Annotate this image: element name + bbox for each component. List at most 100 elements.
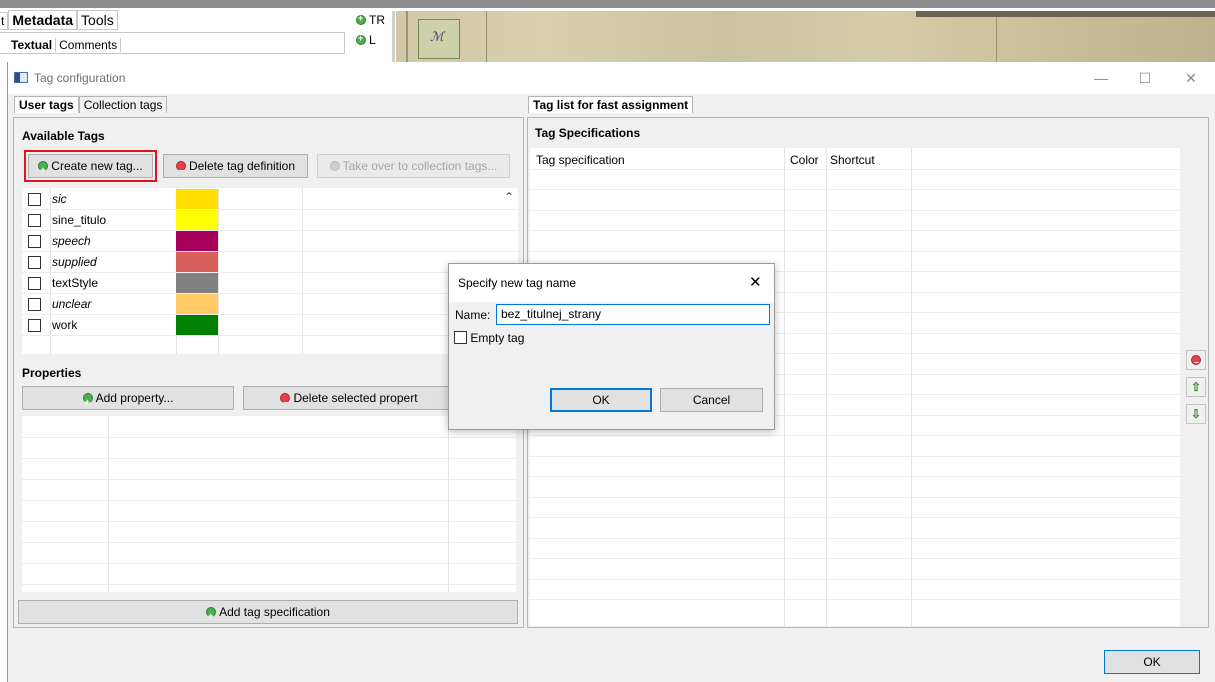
- tag-row-unclear[interactable]: unclear: [22, 294, 500, 315]
- tab-metadata[interactable]: Metadata: [8, 10, 78, 30]
- properties-table[interactable]: [22, 416, 516, 592]
- row-divider: [530, 435, 1180, 436]
- remove-icon: [280, 391, 291, 409]
- row-divider: [22, 251, 518, 252]
- tab-collection-tags[interactable]: Collection tags: [78, 96, 168, 113]
- tag-checkbox[interactable]: [28, 319, 41, 332]
- tab-comments[interactable]: Comments: [56, 38, 122, 52]
- tag-row-textStyle[interactable]: textStyle: [22, 273, 500, 294]
- move-up-button[interactable]: ⇧: [1186, 377, 1206, 397]
- top-divider: [0, 0, 1215, 8]
- chevron-up-icon[interactable]: ⌃: [504, 190, 514, 204]
- row-divider: [530, 189, 1180, 190]
- row-divider: [22, 521, 516, 522]
- tag-color-swatch[interactable]: [176, 189, 218, 209]
- add-property-button[interactable]: Add property...: [22, 386, 234, 413]
- take-over-button[interactable]: Take over to collection tags...: [317, 154, 510, 178]
- remove-spec-button[interactable]: [1186, 350, 1206, 371]
- splitter[interactable]: [392, 11, 395, 62]
- tag-name: speech: [52, 234, 91, 248]
- tag-checkbox[interactable]: [28, 298, 41, 311]
- l-label: L: [369, 33, 376, 47]
- tr-button[interactable]: TR: [356, 13, 385, 27]
- column-color[interactable]: Color: [790, 153, 819, 167]
- tab-fast-assignment[interactable]: Tag list for fast assignment: [528, 96, 694, 113]
- tag-checkbox[interactable]: [28, 277, 41, 290]
- left-tabs: User tags Collection tags: [14, 96, 168, 113]
- create-new-tag-button[interactable]: Create new tag...: [28, 154, 153, 181]
- add-icon: [38, 159, 49, 181]
- tag-color-swatch[interactable]: [176, 273, 218, 293]
- background-app-toolbar: tMetadataTools TextualComments TR L ℳ: [0, 0, 1215, 62]
- tag-color-swatch[interactable]: [176, 294, 218, 314]
- take-over-label: Take over to collection tags...: [342, 159, 498, 173]
- tag-row-speech[interactable]: speech: [22, 231, 500, 252]
- tag-name: supplied: [52, 255, 97, 269]
- tag-row-work[interactable]: work: [22, 315, 500, 336]
- new-tag-cancel-button[interactable]: Cancel: [660, 388, 763, 412]
- l-button[interactable]: L: [356, 33, 376, 47]
- page-edge: [916, 11, 1215, 17]
- row-divider: [22, 542, 516, 543]
- tab-user-tags[interactable]: User tags: [14, 96, 79, 113]
- row-divider: [530, 209, 1180, 211]
- tag-checkbox[interactable]: [28, 256, 41, 269]
- tag-row-supplied[interactable]: supplied: [22, 252, 500, 273]
- row-divider: [22, 458, 516, 459]
- column-shortcut[interactable]: Shortcut: [830, 153, 875, 167]
- properties-label: Properties: [22, 366, 82, 380]
- tag-name: unclear: [52, 297, 92, 311]
- tags-table[interactable]: sic sine_titulospeech supplied textStyle unc…: [22, 188, 518, 354]
- tag-color-swatch[interactable]: [176, 315, 218, 335]
- maximize-button[interactable]: ☐: [1130, 66, 1160, 90]
- tag-name-input[interactable]: bez_titulnej_strany: [496, 304, 770, 325]
- checkbox[interactable]: [454, 331, 467, 344]
- tag-row-sine_titulo[interactable]: sine_titulo: [22, 210, 500, 231]
- ok-button[interactable]: OK: [1104, 650, 1200, 674]
- tag-checkbox[interactable]: [28, 193, 41, 206]
- new-tag-titlebar: Specify new tag name ✕: [449, 264, 774, 302]
- row-divider: [22, 293, 518, 294]
- tag-row-sic[interactable]: sic: [22, 189, 500, 210]
- row-divider: [530, 230, 1180, 231]
- window-icon: [14, 72, 28, 83]
- row-divider: [530, 537, 1180, 539]
- tag-name: work: [52, 318, 78, 332]
- tag-specifications-label: Tag Specifications: [535, 126, 641, 140]
- add-icon: [82, 391, 93, 413]
- tag-checkbox[interactable]: [28, 214, 41, 227]
- row-divider: [530, 517, 1180, 518]
- row-divider: [22, 272, 518, 273]
- row-divider: [22, 500, 516, 501]
- arrow-up-icon: ⇧: [1190, 380, 1202, 394]
- row-divider: [22, 437, 516, 438]
- handwriting-mark: ℳ: [430, 29, 444, 44]
- row-divider: [530, 455, 1180, 457]
- row-divider: [530, 476, 1180, 477]
- minimize-button[interactable]: —: [1086, 66, 1116, 90]
- empty-tag-checkbox[interactable]: Empty tag: [454, 331, 524, 345]
- move-down-button[interactable]: ⇩: [1186, 404, 1206, 424]
- add-property-label: Add property...: [95, 391, 174, 405]
- tab-tools[interactable]: Tools: [77, 10, 118, 30]
- add-icon: [329, 161, 340, 171]
- delete-property-button[interactable]: Delete selected propert: [243, 386, 455, 410]
- create-new-tag-label: Create new tag...: [51, 159, 143, 173]
- add-tag-spec-label: Add tag specification: [219, 605, 330, 619]
- add-tag-specification-button[interactable]: Add tag specification: [18, 600, 518, 627]
- tab-row-2: Textual Comments: [11, 38, 122, 52]
- tag-color-swatch[interactable]: [176, 252, 218, 272]
- close-icon[interactable]: ✕: [749, 273, 762, 291]
- dialog-titlebar: Tag configuration — ☐ ✕: [8, 62, 1215, 94]
- tab-row-1: t Metadata Tools: [0, 10, 118, 30]
- new-tag-ok-button[interactable]: OK: [550, 388, 652, 412]
- add-icon: [356, 13, 366, 25]
- tag-color-swatch[interactable]: [176, 231, 218, 251]
- close-button[interactable]: ✕: [1176, 66, 1206, 90]
- tag-color-swatch[interactable]: [176, 210, 218, 230]
- tab-textual[interactable]: Textual: [11, 38, 57, 52]
- row-divider: [22, 563, 516, 564]
- column-tag-specification[interactable]: Tag specification: [536, 153, 625, 167]
- tag-checkbox[interactable]: [28, 235, 41, 248]
- delete-tag-definition-button[interactable]: Delete tag definition: [163, 154, 308, 181]
